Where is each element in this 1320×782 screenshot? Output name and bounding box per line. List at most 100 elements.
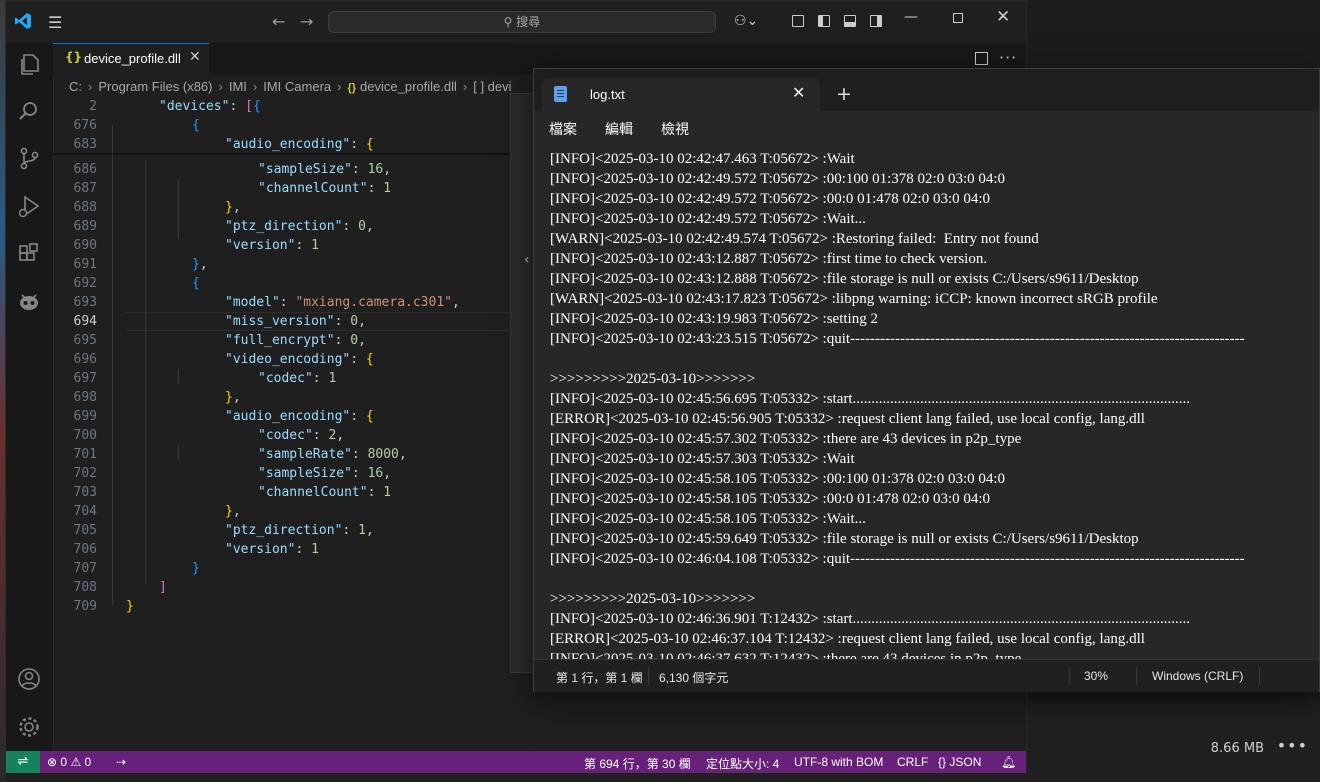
search-icon[interactable] [16,98,42,124]
cursor-position[interactable]: 第 694 行，第 30 欄 [584,755,691,772]
language-mode[interactable]: {} JSON [938,755,981,769]
split-editor-icon[interactable] [975,52,988,65]
menu-file[interactable]: 檔案 [549,119,577,139]
menu-edit[interactable]: 編輯 [605,119,633,139]
line-number: 708 [73,580,97,595]
breadcrumb-item[interactable]: Program Files (x86) [98,79,212,94]
code-line[interactable]: 697 "codec": 1 [53,369,513,388]
close-tab-icon[interactable]: ✕ [792,83,805,102]
back-arrow-icon[interactable]: ‹ [524,252,530,268]
back-arrow-icon[interactable]: ← [272,12,285,31]
notifications-bell-icon[interactable]: 🔔︎ [1001,755,1016,769]
log-line: [WARN]<2025-03-10 02:43:17.823 T:05672> … [550,291,1158,307]
breadcrumb-item[interactable]: device_profile.dll [360,79,457,94]
copilot-chat-icon[interactable] [16,289,42,315]
menu-view[interactable]: 檢視 [661,119,689,139]
toggle-sidebar-icon[interactable] [818,15,830,27]
maximize-button[interactable] [953,13,963,23]
line-ending[interactable]: CRLF [897,755,928,769]
code-line[interactable]: 691}, [53,255,513,274]
code-line[interactable]: 694 "miss_version": 0, [53,312,513,331]
selected-file-size: 8.66 MB [1210,741,1264,756]
code-text: "miss_version": 0, [225,314,366,329]
remote-indicator-icon[interactable]: ⇌ [6,751,40,773]
accounts-icon[interactable] [16,666,42,692]
code-line[interactable]: 698}, [53,388,513,407]
toggle-secondary-sidebar-icon[interactable] [870,15,882,27]
line-number: 697 [73,371,97,386]
code-text: "sampleSize": 16, [258,162,392,177]
breadcrumb-item[interactable]: IMI Camera [263,79,331,94]
layout-control-icon[interactable] [792,15,804,27]
minimize-button[interactable]: — [904,9,918,25]
code-editor[interactable]: 2 "devices": [{676 {683 "audio_encoding": {… [53,97,533,737]
notepad-text-area[interactable]: [INFO]<2025-03-10 02:42:47.463 T:05672> … [534,145,1319,659]
extensions-icon[interactable] [16,241,42,267]
code-line[interactable]: 689 "ptz_direction": 0, [53,217,513,236]
close-window-button[interactable]: ✕ [996,7,1010,27]
code-line[interactable]: 709} [53,597,513,616]
code-line[interactable]: 701 "sampleRate": 8000, [53,445,513,464]
line-ending[interactable]: Windows (CRLF) [1152,669,1243,683]
breadcrumb-item[interactable]: IMI [229,79,247,94]
code-line[interactable]: 693 "model": "mxiang.camera.c301", [53,293,513,312]
indent-guide [178,179,179,239]
code-line[interactable]: 686 "sampleSize": 16, [53,160,513,179]
more-actions-icon[interactable]: ··· [999,48,1017,67]
tab-size[interactable]: 定位點大小: 4 [706,755,779,772]
forward-arrow-icon[interactable]: → [300,12,313,31]
menu-icon[interactable]: ☰ [48,13,62,32]
source-control-icon[interactable] [16,145,42,171]
warning-icon: ⚠ [70,755,82,769]
code-line[interactable]: 692 { [53,274,513,293]
more-options-icon[interactable]: ••• [1277,736,1308,755]
code-text: "ptz_direction": 0, [225,219,374,234]
code-line[interactable]: 700 "codec": 2, [53,426,513,445]
code-line[interactable]: 690 "version": 1 [53,236,513,255]
tab-label: device_profile.dll [84,51,181,66]
code-line[interactable]: 699 "audio_encoding": { [53,407,513,426]
copilot-icon[interactable]: ⚇⌄ [734,13,758,29]
code-line[interactable]: 676 { [53,116,513,135]
line-number: 704 [73,504,97,519]
code-line[interactable]: 707} [53,559,513,578]
tab-log-txt[interactable]: log.txt ✕ [542,78,820,111]
log-line: [INFO]<2025-03-10 02:45:58.105 T:05332> … [550,471,1006,487]
add-tab-icon[interactable]: + [836,83,852,105]
file-encoding[interactable]: UTF-8 with BOM [794,755,883,769]
explorer-icon[interactable] [16,51,42,77]
code-line[interactable]: 702 "sampleSize": 16, [53,464,513,483]
problems-indicator[interactable]: ⊗ 0 ⚠ 0 [47,755,91,769]
breadcrumb-item[interactable]: C: [69,79,82,94]
code-line[interactable]: 687 "channelCount": 1 [53,179,513,198]
code-line[interactable]: 706 "version": 1 [53,540,513,559]
command-center-search[interactable]: ⚲ 搜尋 [328,11,716,33]
divider [1136,667,1137,685]
line-number: 695 [73,333,97,348]
code-line[interactable]: 708] [53,578,513,597]
code-text: }, [192,257,208,272]
log-line: [INFO]<2025-03-10 02:42:47.463 T:05672> … [550,151,855,167]
code-line[interactable]: 704}, [53,502,513,521]
run-debug-icon[interactable] [16,193,42,219]
toggle-panel-icon[interactable] [844,15,856,27]
code-line[interactable]: 705 "ptz_direction": 1, [53,521,513,540]
json-file-icon: {} [65,50,83,64]
code-line[interactable]: 683 "audio_encoding": { [53,135,513,154]
code-line[interactable]: 696 "video_encoding": { [53,350,513,369]
manage-gear-icon[interactable] [16,714,42,740]
search-icon: ⚲ [503,15,513,29]
code-line[interactable]: 703 "channelCount": 1 [53,483,513,502]
line-number: 676 [73,118,97,133]
line-number: 696 [73,352,97,367]
zoom-level[interactable]: 30% [1084,669,1108,683]
log-line: [INFO]<2025-03-10 02:43:12.887 T:05672> … [550,251,988,267]
breadcrumb-item[interactable]: [ ] devi [473,79,511,94]
code-text: "channelCount": 1 [258,181,392,196]
code-line[interactable]: 688}, [53,198,513,217]
code-line[interactable]: 695 "full_encrypt": 0, [53,331,513,350]
live-share-icon[interactable]: ⇢ [116,755,126,769]
close-tab-icon[interactable]: ✕ [189,49,201,65]
tab-device-profile[interactable]: {} device_profile.dll ✕ [53,43,209,75]
code-line[interactable]: 2 "devices": [{ [53,97,513,116]
